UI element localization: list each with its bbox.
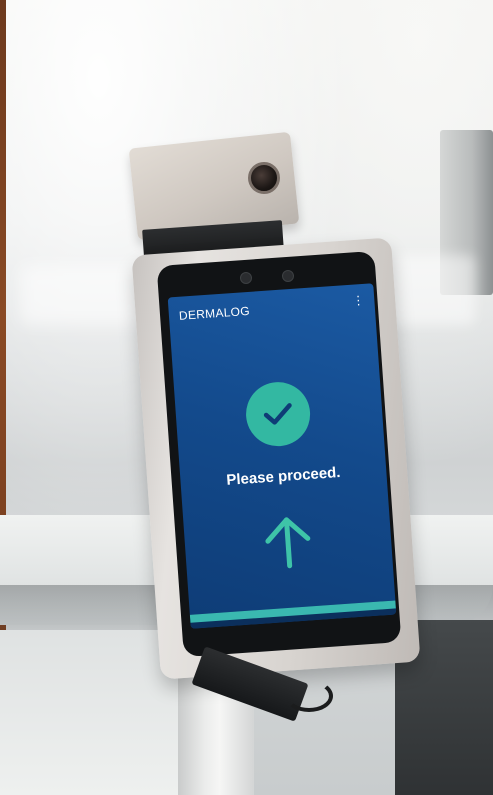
brand-logo: DERMALOG [178, 303, 251, 323]
device-cable [285, 680, 333, 712]
kebab-menu-icon[interactable]: ⋮ [352, 293, 365, 308]
status-message: Please proceed. [225, 463, 341, 489]
camera-lens-icon [248, 162, 280, 194]
kiosk-device: DERMALOG ⋮ Please proceed. [0, 0, 493, 795]
success-badge [243, 380, 313, 449]
kiosk-screen[interactable]: DERMALOG ⋮ Please proceed. [167, 283, 397, 629]
arrow-up-icon [265, 517, 311, 569]
sensor-icon [240, 272, 252, 284]
sensor-icon [282, 270, 294, 282]
check-icon [263, 403, 292, 425]
